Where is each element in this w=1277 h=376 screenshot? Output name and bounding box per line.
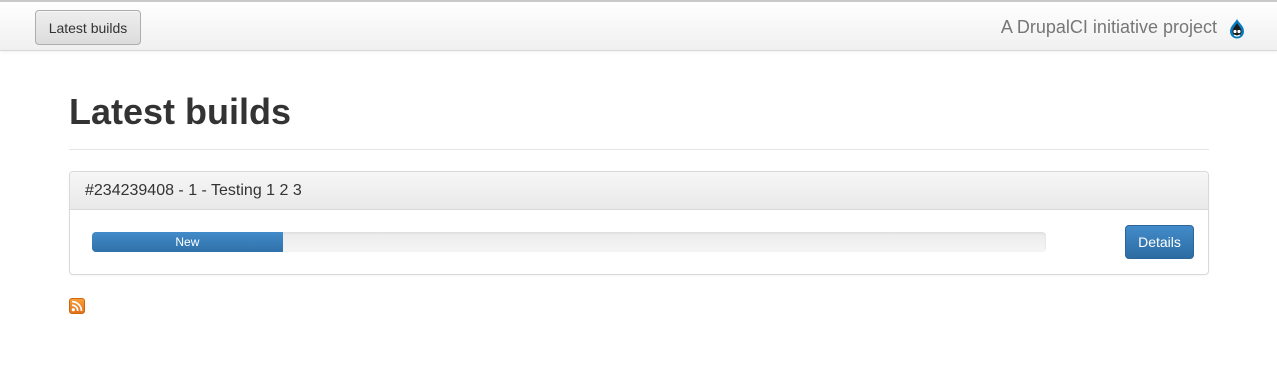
title-divider [69, 149, 1209, 150]
brand-text: A DrupalCI initiative project [1000, 17, 1217, 37]
drupal-drop-icon [1230, 19, 1244, 39]
build-progress-bar: New [92, 232, 283, 252]
details-button[interactable]: Details [1125, 225, 1194, 259]
page-title: Latest builds [69, 91, 292, 132]
build-heading: #234239408 - 1 - Testing 1 2 3 [70, 172, 1208, 210]
rss-icon[interactable] [69, 298, 85, 314]
top-navbar: Latest builds A DrupalCI initiative proj… [0, 0, 1277, 51]
latest-builds-nav-button[interactable]: Latest builds [35, 10, 141, 45]
build-progress: New [92, 232, 1046, 252]
build-panel: #234239408 - 1 - Testing 1 2 3 New Detai… [69, 171, 1209, 275]
